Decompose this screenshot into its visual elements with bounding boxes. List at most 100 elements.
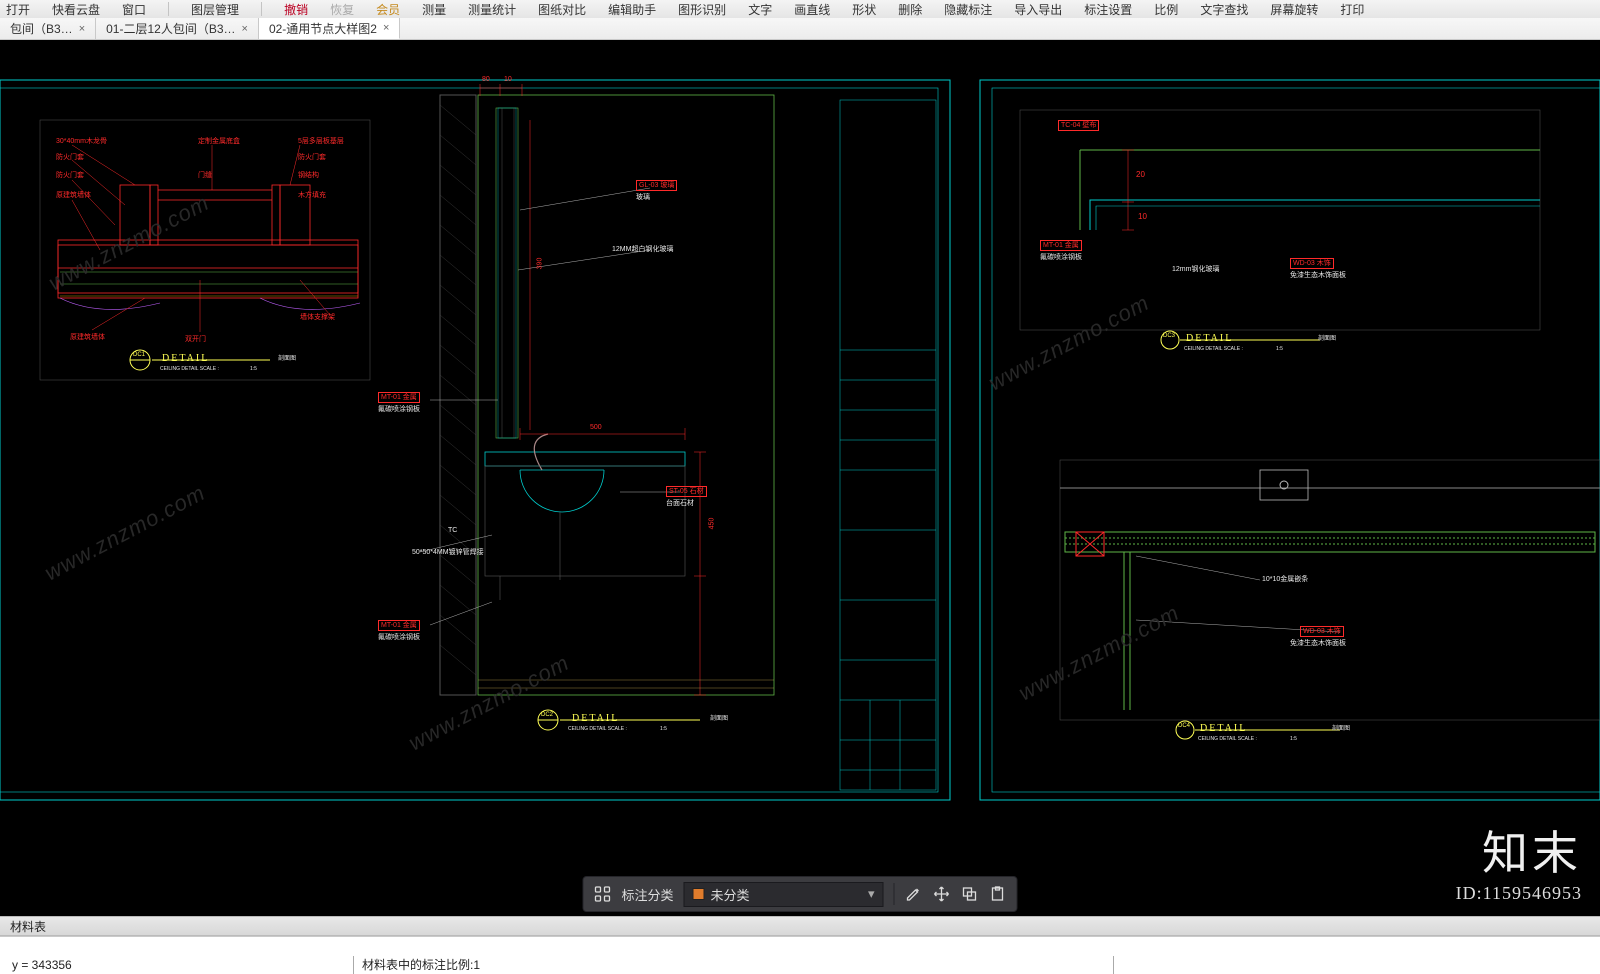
tab-doc-0[interactable]: 包间（B3… × [0, 18, 96, 39]
detail-title-1: DETAIL [162, 353, 209, 364]
tag-tc04: TC-04 壁布 [1058, 120, 1099, 131]
label-j: 墙体支撑架 [300, 312, 335, 322]
panel-title: 材料表 [10, 918, 46, 935]
tag-wd03-sub: 免漆生态木饰面板 [1290, 270, 1346, 280]
tag-wd03b-sub: 免漆生态木饰面板 [1290, 638, 1346, 648]
tab-label: 01-二层12人包间（B3… [106, 20, 235, 37]
brand-id: ID:1159546953 [1456, 883, 1582, 904]
ribbon-item-line[interactable]: 画直线 [794, 1, 830, 18]
annotation-toolbar: 标注分类 未分类 ▾ [582, 876, 1017, 912]
svg-text:DC1: DC1 [133, 352, 146, 358]
ribbon-item-scale[interactable]: 比例 [1154, 1, 1178, 18]
move-icon[interactable] [933, 885, 951, 903]
ribbon-item-measure[interactable]: 测量 [422, 1, 446, 18]
tag-wd03b: WD-03 木饰 [1300, 626, 1344, 637]
detail-title-2: DETAIL [572, 713, 619, 724]
detail-side-1: 剖面图 [278, 353, 296, 362]
tab-label: 包间（B3… [10, 20, 73, 37]
ribbon-item-find-text[interactable]: 文字查找 [1200, 1, 1248, 18]
detail-title-3: DETAIL [1186, 333, 1233, 344]
dim-10b: 10 [1138, 212, 1147, 221]
tag-mt01c-sub: 氟碳喷涂钢板 [1040, 252, 1082, 262]
ribbon-item-vip[interactable]: 会员 [376, 1, 400, 18]
ribbon-item-redo[interactable]: 恢复 [330, 1, 354, 18]
note-glass: 12MM超白钢化玻璃 [612, 244, 673, 254]
label-f: 钢结构 [298, 170, 319, 180]
dim-390: 390 [536, 258, 543, 270]
drawing-canvas[interactable]: DC1 [0, 40, 1600, 884]
ribbon-item-compare[interactable]: 图纸对比 [538, 1, 586, 18]
ribbon-item-delete[interactable]: 删除 [898, 1, 922, 18]
ribbon-item-rotate-screen[interactable]: 屏幕旋转 [1270, 1, 1318, 18]
tag-mt01b-sub: 氟碳喷涂钢板 [378, 632, 420, 642]
ribbon-item-import-export[interactable]: 导入导出 [1014, 1, 1062, 18]
toolbar-sep [894, 883, 895, 905]
label-h: 木方填充 [298, 190, 326, 200]
tab-doc-1[interactable]: 01-二层12人包间（B3… × [96, 18, 259, 39]
edit-icon[interactable] [905, 885, 923, 903]
ribbon-item-undo[interactable]: 撤销 [284, 1, 308, 18]
ribbon-item-cloud[interactable]: 快看云盘 [52, 1, 100, 18]
label-g2: 原建筑墙体 [70, 332, 105, 342]
ribbon-item-annot-settings[interactable]: 标注设置 [1084, 1, 1132, 18]
ribbon-item-layers[interactable]: 图层管理 [191, 1, 239, 18]
svg-text:DC3: DC3 [1163, 333, 1176, 339]
label-i: 双开门 [185, 334, 206, 344]
label-g: 原建筑墙体 [56, 190, 91, 200]
detail-scale-1: 1:5 [250, 366, 257, 372]
detail-scale-2: 1:5 [660, 726, 667, 732]
tag-mt01c: MT-01 金属 [1040, 240, 1082, 251]
status-scale: 材料表中的标注比例:1 [354, 956, 1114, 974]
category-value: 未分类 [711, 885, 750, 904]
detail-side-4: 剖面图 [1332, 723, 1350, 732]
label-b: 定制金属底盒 [198, 136, 240, 146]
copy-icon[interactable] [961, 885, 979, 903]
dim-10a: 10 [504, 76, 512, 83]
note-tc: TC [448, 527, 457, 534]
material-panel-header[interactable]: 材料表 [0, 916, 1600, 936]
ribbon-sep [261, 2, 262, 16]
ribbon-item-text[interactable]: 文字 [748, 1, 772, 18]
note-3: 10*10金属嵌条 [1262, 574, 1308, 584]
close-icon[interactable]: × [242, 23, 248, 35]
ribbon-item-print[interactable]: 打印 [1340, 1, 1364, 18]
grid-icon[interactable] [593, 885, 611, 903]
detail-sub-4: CEILING DETAIL SCALE : [1198, 736, 1257, 742]
tag-st05: ST-05 石材 [666, 486, 707, 497]
ribbon-item-window[interactable]: 窗口 [122, 1, 146, 18]
category-dropdown[interactable]: 未分类 ▾ [684, 882, 884, 907]
note-glass2: 12mm钢化玻璃 [1172, 264, 1219, 274]
dim-80: 80 [482, 76, 490, 83]
close-icon[interactable]: × [79, 23, 85, 35]
detail-sub-1: CEILING DETAIL SCALE : [160, 366, 219, 372]
note-glass-sub: 玻璃 [636, 192, 650, 202]
close-icon[interactable]: × [383, 22, 389, 34]
detail-side-2: 剖面图 [710, 713, 728, 722]
detail-sub-2: CEILING DETAIL SCALE : [568, 726, 627, 732]
ribbon-item-edit-helper[interactable]: 编辑助手 [608, 1, 656, 18]
detail-sub-3: CEILING DETAIL SCALE : [1184, 346, 1243, 352]
ribbon-item-hide-annot[interactable]: 隐藏标注 [944, 1, 992, 18]
ribbon-item-recognize[interactable]: 图形识别 [678, 1, 726, 18]
tab-doc-2[interactable]: 02-通用节点大样图2 × [259, 18, 400, 39]
label-e: 门缝 [198, 170, 212, 180]
swatch-icon [693, 888, 705, 900]
ribbon-sep [168, 2, 169, 16]
ribbon-item-open[interactable]: 打开 [6, 1, 30, 18]
label-c: 5层多层板基层 [298, 136, 344, 146]
dim-500: 500 [590, 424, 602, 431]
note-pipe: 50*50*4MM镀锌管焊接 [412, 547, 484, 557]
top-ribbon: 打开 快看云盘 窗口 图层管理 撤销 恢复 会员 测量 测量统计 图纸对比 编辑… [0, 0, 1600, 18]
ribbon-item-shape[interactable]: 形状 [852, 1, 876, 18]
tag-mt01-sub: 氟碳喷涂钢板 [378, 404, 420, 414]
dim-20: 20 [1136, 170, 1145, 179]
dim-450: 450 [708, 518, 715, 530]
tag-wd03: WD-03 木饰 [1290, 258, 1334, 269]
tag-mt01: MT-01 金属 [378, 392, 420, 403]
tag-mt01b: MT-01 金属 [378, 620, 420, 631]
ribbon-item-measure-stats[interactable]: 测量统计 [468, 1, 516, 18]
paste-icon[interactable] [989, 885, 1007, 903]
svg-text:DC4: DC4 [1178, 723, 1191, 729]
label-k2: 防火门套 [298, 152, 326, 162]
detail-scale-4: 1:5 [1290, 736, 1297, 742]
